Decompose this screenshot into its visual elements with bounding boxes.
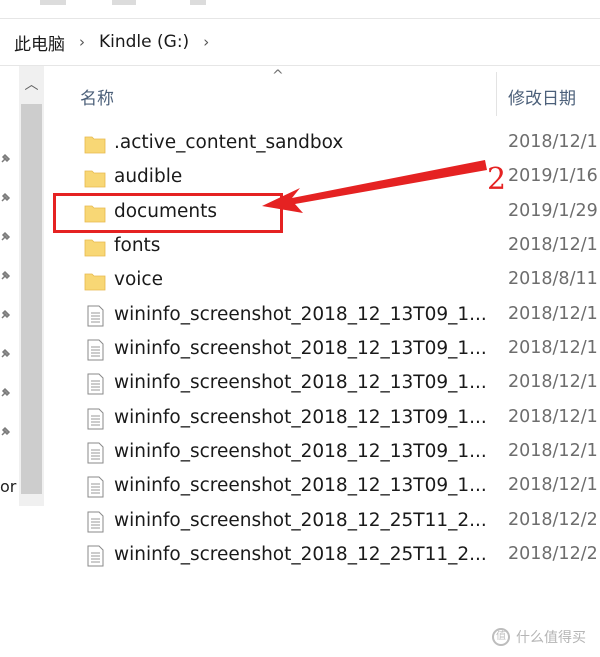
list-item[interactable]: audible 2019/1/16 xyxy=(80,161,600,195)
file-date: 2018/12/2 xyxy=(508,510,598,530)
file-date: 2018/12/1 xyxy=(508,441,598,461)
list-item[interactable]: wininfo_screenshot_2018_12_25T11_2... 20… xyxy=(80,539,600,573)
watermark: 值 什么值得买 xyxy=(492,627,586,647)
file-date: 2018/12/1 xyxy=(508,304,598,324)
breadcrumb-chevron-icon[interactable]: › xyxy=(71,33,93,51)
file-date: 2018/12/1 xyxy=(508,132,598,152)
ribbon-button-partial[interactable] xyxy=(112,0,136,5)
highlight-box-annotation xyxy=(53,193,283,233)
file-name: .active_content_sandbox xyxy=(114,132,344,153)
file-name: wininfo_screenshot_2018_12_25T11_2... xyxy=(114,544,487,565)
folder-icon xyxy=(84,136,106,154)
list-item[interactable]: fonts 2018/12/1 xyxy=(80,230,600,264)
column-header-date-modified[interactable]: 修改日期 xyxy=(508,84,576,109)
file-icon xyxy=(87,305,104,327)
file-name: wininfo_screenshot_2018_12_25T11_2... xyxy=(114,510,487,531)
list-item[interactable]: wininfo_screenshot_2018_12_13T09_1... 20… xyxy=(80,436,600,470)
breadcrumb-this-pc[interactable]: 此电脑 xyxy=(0,30,71,55)
file-name: fonts xyxy=(114,235,161,256)
breadcrumb-kindle-drive[interactable]: Kindle (G:) xyxy=(93,32,195,52)
file-icon xyxy=(87,476,104,498)
file-date: 2018/12/1 xyxy=(508,475,598,495)
file-date: 2018/12/1 xyxy=(508,407,598,427)
list-item[interactable]: wininfo_screenshot_2018_12_13T09_1... 20… xyxy=(80,470,600,504)
column-header-name[interactable]: 名称 xyxy=(80,84,114,109)
file-icon xyxy=(87,373,104,395)
column-divider[interactable] xyxy=(496,72,497,116)
file-date: 2018/12/2 xyxy=(508,544,598,564)
scroll-up-icon[interactable]: ︿ xyxy=(21,72,42,98)
pin-icon xyxy=(1,270,11,280)
zhi-logo-icon: 值 xyxy=(492,628,510,646)
file-date: 2018/12/1 xyxy=(508,372,598,392)
file-name: wininfo_screenshot_2018_12_13T09_1... xyxy=(114,475,487,496)
list-item[interactable]: wininfo_screenshot_2018_12_25T11_2... 20… xyxy=(80,505,600,539)
folder-icon xyxy=(84,273,106,291)
file-date: 2019/1/16 xyxy=(508,166,598,186)
file-name: wininfo_screenshot_2018_12_13T09_1... xyxy=(114,338,487,359)
folder-icon xyxy=(84,170,106,188)
navigation-item-partial-label[interactable]: or xyxy=(0,477,16,496)
annotation-step-number: 2 xyxy=(487,162,507,197)
list-item[interactable]: voice 2018/8/11 xyxy=(80,264,600,298)
pin-icon xyxy=(1,192,11,202)
navigation-scrollbar-thumb[interactable] xyxy=(21,104,42,494)
file-name: wininfo_screenshot_2018_12_13T09_1... xyxy=(114,304,487,325)
file-icon xyxy=(87,408,104,430)
pin-icon xyxy=(1,231,11,241)
list-item[interactable]: wininfo_screenshot_2018_12_13T09_1... 20… xyxy=(80,299,600,333)
file-icon xyxy=(87,511,104,533)
file-name: audible xyxy=(114,166,183,187)
file-icon xyxy=(87,442,104,464)
pin-icon xyxy=(1,348,11,358)
folder-icon xyxy=(84,239,106,257)
pin-icon xyxy=(1,153,11,163)
list-item[interactable]: wininfo_screenshot_2018_12_13T09_1... 20… xyxy=(80,367,600,401)
file-date: 2018/12/1 xyxy=(508,338,598,358)
pin-icon xyxy=(1,426,11,436)
list-item[interactable]: .active_content_sandbox 2018/12/1 xyxy=(80,127,600,161)
file-icon xyxy=(87,545,104,567)
list-item[interactable]: wininfo_screenshot_2018_12_13T09_1... 20… xyxy=(80,333,600,367)
breadcrumb-chevron-icon[interactable]: › xyxy=(195,33,217,51)
file-name: wininfo_screenshot_2018_12_13T09_1... xyxy=(114,372,487,393)
pin-icon xyxy=(1,387,11,397)
ribbon-button-partial[interactable] xyxy=(40,0,66,5)
file-name: wininfo_screenshot_2018_12_13T09_1... xyxy=(114,407,487,428)
file-name: voice xyxy=(114,269,163,290)
watermark-text: 什么值得买 xyxy=(516,630,586,646)
ribbon-button-partial[interactable] xyxy=(190,0,206,5)
file-name: wininfo_screenshot_2018_12_13T09_1... xyxy=(114,441,487,462)
file-icon xyxy=(87,339,104,361)
list-item[interactable]: wininfo_screenshot_2018_12_13T09_1... 20… xyxy=(80,402,600,436)
sort-ascending-icon: ^ xyxy=(272,68,284,84)
file-date: 2019/1/29 xyxy=(508,201,598,221)
address-bar[interactable]: 此电脑 › Kindle (G:) › xyxy=(0,18,600,66)
file-date: 2018/8/11 xyxy=(508,269,598,289)
ribbon-strip xyxy=(0,0,600,16)
file-date: 2018/12/1 xyxy=(508,235,598,255)
pin-icon xyxy=(1,309,11,319)
